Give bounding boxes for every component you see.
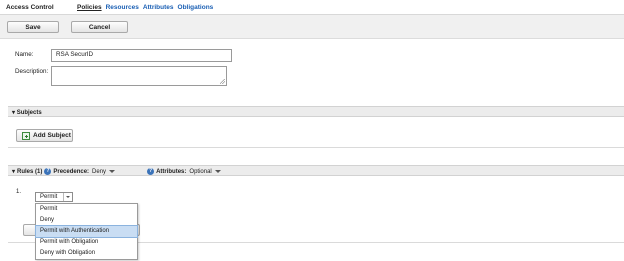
effect-option-deny-with-obligation[interactable]: Deny with Obligation [36, 248, 137, 259]
effect-option-deny[interactable]: Deny [36, 215, 137, 226]
nav-obligations[interactable]: Obligations [178, 4, 214, 11]
help-icon[interactable]: ? [44, 168, 52, 175]
name-field[interactable]: RSA SecurID [51, 49, 232, 62]
description-label: Description: [15, 68, 49, 75]
rules-title: Rules (1) [17, 168, 43, 175]
name-value: RSA SecurID [56, 51, 94, 58]
help-icon[interactable]: ? [147, 168, 155, 175]
effect-select-value: Permit [40, 194, 58, 200]
precedence-dropdown-icon[interactable] [109, 170, 116, 173]
effect-option-permit-with-authentication[interactable]: Permit with Authentication [35, 225, 138, 238]
chevron-down-icon[interactable] [63, 193, 72, 201]
name-label: Name: [15, 51, 34, 58]
attributes-value[interactable]: Optional [189, 169, 211, 175]
resize-grip-icon[interactable] [220, 79, 225, 84]
add-subject-button[interactable]: Add Subject [16, 129, 73, 142]
precedence-label: Precedence: [53, 168, 90, 175]
main-nav: Policies Resources Attributes Obligation… [77, 4, 213, 11]
nav-attributes[interactable]: Attributes [143, 4, 174, 11]
top-nav-bar: Access Control Policies Resources Attrib… [0, 0, 624, 15]
effect-dropdown-menu: Permit Deny Permit with Authentication P… [35, 203, 138, 260]
rule-index: 1. [16, 189, 22, 195]
precedence-value[interactable]: Deny [92, 169, 106, 175]
action-bar: Save Cancel [0, 15, 624, 39]
add-icon [22, 131, 30, 140]
subjects-section-body: Add Subject [8, 118, 624, 148]
rules-section-header: ▾ Rules (1) ? Precedence: Deny ? Attribu… [8, 165, 624, 176]
subjects-section-header[interactable]: ▾ Subjects [8, 106, 624, 117]
effect-select[interactable]: Permit [35, 192, 73, 202]
collapse-arrow-icon: ▾ [12, 110, 16, 116]
rules-header-content: ▾ Rules (1) ? Precedence: Deny ? Attribu… [12, 168, 221, 175]
description-field[interactable] [51, 66, 227, 86]
add-subject-label: Add Subject [33, 132, 71, 139]
app-title: Access Control [6, 4, 54, 11]
effect-option-permit-with-obligation[interactable]: Permit with Obligation [36, 237, 137, 248]
attributes-dropdown-icon[interactable] [214, 170, 221, 173]
collapse-arrow-icon[interactable]: ▾ [12, 168, 15, 175]
nav-policies[interactable]: Policies [77, 4, 102, 11]
effect-option-permit[interactable]: Permit [36, 204, 137, 215]
subjects-title: ▾ Subjects [12, 109, 42, 116]
cancel-button[interactable]: Cancel [71, 21, 128, 33]
save-button[interactable]: Save [7, 21, 59, 33]
attributes-label: Attributes: [156, 168, 187, 175]
nav-resources[interactable]: Resources [106, 4, 139, 11]
subjects-title-text: Subjects [16, 110, 42, 116]
